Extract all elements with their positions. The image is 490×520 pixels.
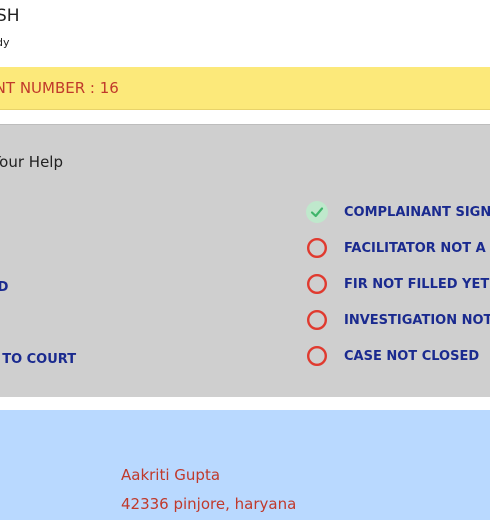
empty-circle-icon [306, 273, 328, 295]
empty-circle-icon [306, 309, 328, 331]
status-facilitator: FACILITATOR NOT A [306, 237, 486, 259]
status-complainant-sign: COMPLAINANT SIGN [306, 201, 490, 223]
status-investigation: INVESTIGATION NOT [306, 309, 490, 331]
page-title: SH [0, 6, 20, 26]
page-subtitle: dy [0, 36, 10, 49]
complainant-address: 42336 pinjore, haryana [121, 495, 297, 513]
check-circle-icon [306, 201, 328, 223]
complainant-name: Aakriti Gupta [121, 466, 221, 484]
complaint-number-text: AINT NUMBER : 16 [0, 79, 119, 97]
status-label: COMPLAINANT SIGN [344, 204, 490, 220]
status-fir: FIR NOT FILLED YET [306, 273, 489, 295]
help-status-panel: Your Help T DED D ED TO COURT COMPLAINAN… [0, 124, 490, 397]
left-status-2: DED [0, 280, 9, 295]
status-label: INVESTIGATION NOT [344, 312, 490, 328]
address-panel: Aakriti Gupta 42336 pinjore, haryana [0, 410, 490, 520]
status-label: CASE NOT CLOSED [344, 348, 480, 364]
help-panel-title: Your Help [0, 153, 63, 171]
status-case: CASE NOT CLOSED [306, 345, 479, 367]
complaint-number-banner: AINT NUMBER : 16 [0, 67, 490, 110]
left-status-4: ED TO COURT [0, 352, 77, 367]
empty-circle-icon [306, 345, 328, 367]
status-label: FACILITATOR NOT A [344, 240, 486, 256]
status-label: FIR NOT FILLED YET [344, 276, 490, 292]
empty-circle-icon [306, 237, 328, 259]
